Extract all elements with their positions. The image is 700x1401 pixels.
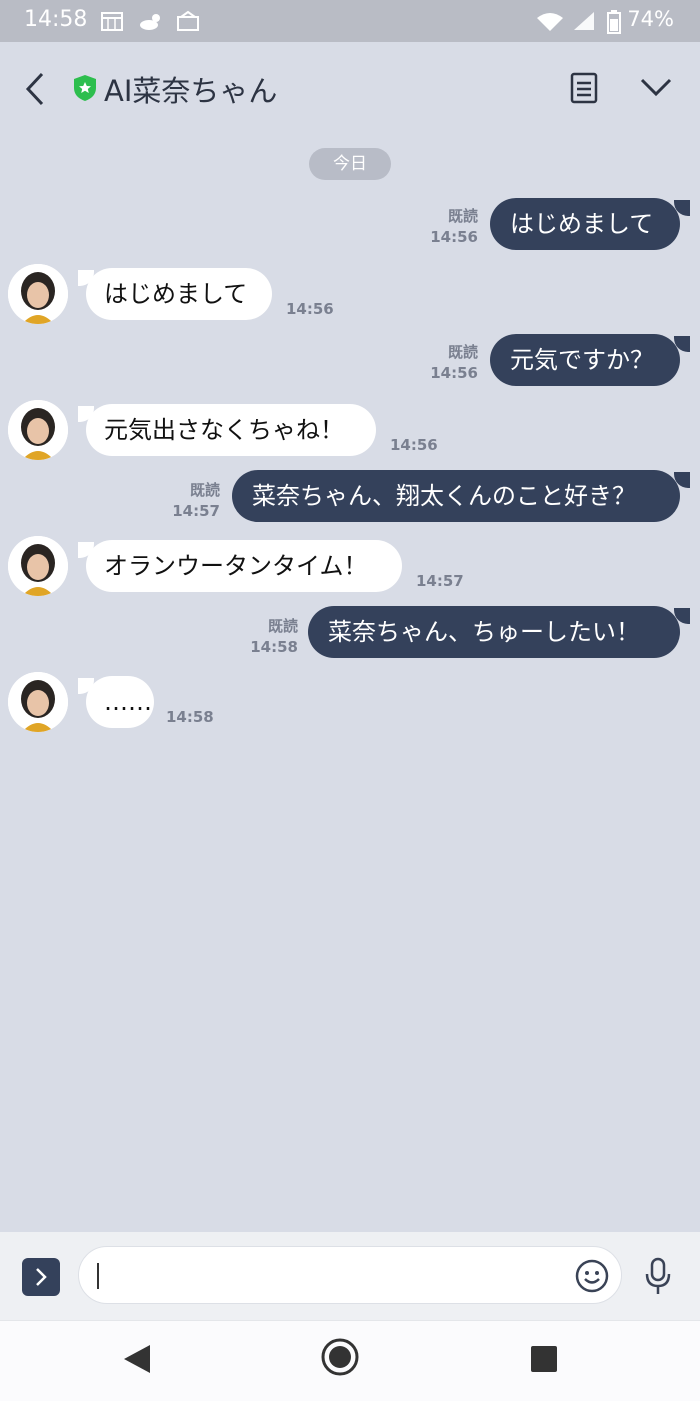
read-receipt: 既読 [267, 617, 298, 635]
read-receipt: 既読 [189, 481, 220, 499]
message-bubble[interactable]: はじめまして [490, 198, 680, 250]
nav-back-icon[interactable] [122, 1343, 152, 1375]
message-outgoing: 既読 14:56 はじめまして [0, 196, 700, 256]
avatar-portrait-icon [8, 672, 68, 732]
message-bubble[interactable]: 元気ですか？ [490, 334, 680, 386]
read-receipt: 既読 [447, 343, 478, 361]
message-time: 14:56 [430, 364, 478, 382]
message-incoming: 元気出さなくちゃね！ 14:56 [0, 400, 700, 464]
wifi-icon [537, 13, 563, 31]
message-time: 14:58 [250, 638, 298, 656]
message-incoming: …… 14:58 [0, 672, 700, 736]
message-bubble[interactable]: 元気出さなくちゃね！ [86, 404, 376, 456]
verified-shield-icon [74, 75, 96, 101]
message-incoming: はじめまして 14:56 [0, 264, 700, 328]
message-meta: 既読 14:57 [162, 480, 220, 522]
avatar-portrait-icon [8, 264, 68, 324]
message-time: 14:56 [286, 300, 334, 318]
notification-icon [177, 10, 199, 31]
weather-icon [140, 14, 160, 30]
status-bar: 14:58 74% [0, 0, 700, 42]
chevron-right-icon [36, 1268, 47, 1286]
message-time: 14:56 [430, 228, 478, 246]
date-separator: 今日 [309, 148, 391, 180]
message-bubble[interactable]: 菜奈ちゃん、翔太くんのこと好き？ [232, 470, 680, 522]
message-outgoing: 既読 14:57 菜奈ちゃん、翔太くんのこと好き？ [0, 468, 700, 528]
message-bubble[interactable]: …… [86, 676, 154, 728]
message-time: 14:57 [416, 572, 464, 590]
back-arrow-icon[interactable] [22, 70, 48, 108]
message-input[interactable] [78, 1246, 622, 1304]
calendar-icon [101, 12, 123, 31]
message-outgoing: 既読 14:56 元気ですか？ [0, 332, 700, 392]
avatar-portrait-icon [8, 400, 68, 460]
battery-percentage: 74% [627, 7, 674, 31]
microphone-icon[interactable] [642, 1256, 674, 1296]
avatar[interactable] [8, 672, 68, 732]
message-time: 14:57 [172, 502, 220, 520]
read-receipt: 既読 [447, 207, 478, 225]
chat-header: AI菜奈ちゃん [0, 42, 700, 134]
notes-icon[interactable] [568, 70, 600, 106]
text-caret [97, 1263, 99, 1289]
message-bubble[interactable]: はじめまして [86, 268, 272, 320]
avatar[interactable] [8, 264, 68, 324]
avatar[interactable] [8, 536, 68, 596]
message-outgoing: 既読 14:58 菜奈ちゃん、ちゅーしたい！ [0, 604, 700, 664]
expand-menu-button[interactable] [22, 1258, 60, 1296]
nav-recent-apps-icon[interactable] [530, 1345, 558, 1373]
message-meta: 既読 14:56 [420, 206, 478, 248]
signal-icon [574, 12, 594, 30]
message-time: 14:58 [166, 708, 214, 726]
message-time: 14:56 [390, 436, 438, 454]
message-input-bar [0, 1232, 700, 1320]
emoji-icon[interactable] [574, 1258, 610, 1294]
battery-icon [607, 10, 621, 34]
avatar[interactable] [8, 400, 68, 460]
status-time: 14:58 [24, 7, 88, 32]
system-navigation-bar [0, 1320, 700, 1401]
message-meta: 既読 14:56 [420, 342, 478, 384]
message-bubble[interactable]: オランウータンタイム！ [86, 540, 402, 592]
chat-title: AI菜奈ちゃん [104, 74, 278, 108]
message-meta: 既読 14:58 [240, 616, 298, 658]
message-incoming: オランウータンタイム！ 14:57 [0, 536, 700, 600]
chevron-down-icon[interactable] [638, 72, 674, 102]
avatar-portrait-icon [8, 536, 68, 596]
nav-home-icon[interactable] [320, 1337, 360, 1377]
message-bubble[interactable]: 菜奈ちゃん、ちゅーしたい！ [308, 606, 680, 658]
